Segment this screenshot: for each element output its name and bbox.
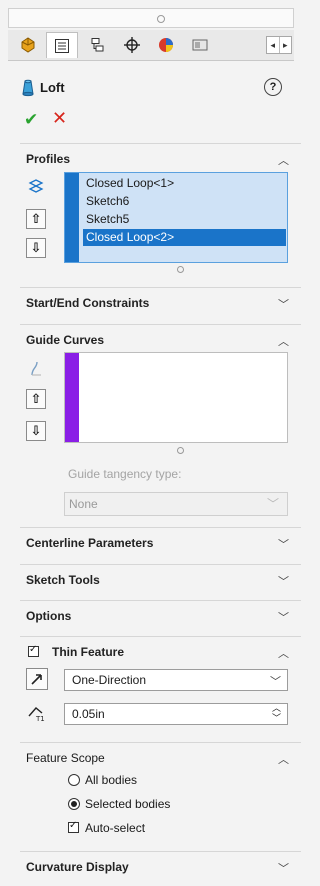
chevron-down-icon[interactable]: ﹀	[278, 296, 289, 312]
grip-handle[interactable]	[157, 15, 165, 23]
selected-bodies-label: Selected bodies	[85, 797, 171, 811]
list-item[interactable]: Sketch5	[83, 211, 286, 228]
tab-property-manager[interactable]	[46, 32, 78, 58]
arrow-up-icon: ⇧	[30, 391, 42, 406]
profiles-list[interactable]: Closed Loop<1> Sketch6 Sketch5 Closed Lo…	[64, 172, 288, 263]
manager-tab-bar: ◂ ▸	[8, 30, 294, 61]
guide-move-up-button[interactable]: ⇧	[26, 389, 46, 409]
loft-profile-icon	[28, 179, 44, 193]
feature-manager-icon	[21, 37, 35, 53]
arrow-down-icon: ⇩	[30, 240, 42, 255]
chevron-up-icon[interactable]: ︿	[278, 152, 289, 168]
options-section-header[interactable]: Options ﹀	[20, 600, 301, 631]
all-bodies-label: All bodies	[85, 773, 138, 787]
tab-scroll-left-icon[interactable]: ◂	[267, 37, 279, 53]
guide-list-resize-handle[interactable]	[177, 447, 184, 454]
chevron-up-icon[interactable]: ︿	[278, 333, 289, 349]
ok-cancel-row: ✔ ✕	[20, 108, 301, 130]
guide-curve-selection-icon	[26, 358, 46, 378]
chevron-down-icon[interactable]: ﹀	[278, 609, 289, 625]
all-bodies-radio[interactable]	[68, 774, 80, 786]
curvature-label: Curvature Display	[26, 860, 129, 874]
panel-top-strip	[8, 8, 294, 28]
arrow-up-icon: ⇧	[30, 211, 42, 226]
tab-dimxpert-manager[interactable]	[116, 32, 148, 58]
guide-tangency-select[interactable]: None ﹀	[64, 492, 288, 516]
cancel-button[interactable]: ✕	[52, 108, 67, 129]
thickness-icon: T1	[28, 707, 45, 722]
arrow-down-icon: ⇩	[30, 423, 42, 438]
chevron-down-icon: ﹀	[266, 497, 279, 511]
checkmark-icon: ✓	[29, 644, 38, 655]
configuration-manager-icon	[91, 38, 104, 52]
chevron-down-icon: ﹀	[270, 676, 281, 688]
start-end-label: Start/End Constraints	[26, 296, 150, 310]
start-end-section-header[interactable]: Start/End Constraints ﹀	[20, 287, 301, 318]
chevron-up-icon[interactable]: ︿	[278, 751, 289, 767]
more-tabs-icon	[192, 39, 208, 51]
thin-feature-section-header[interactable]: ✓ Thin Feature ︿	[20, 636, 301, 667]
tab-feature-manager[interactable]	[12, 32, 44, 58]
feature-scope-label: Feature Scope	[26, 751, 105, 765]
list-item[interactable]: Closed Loop<1>	[83, 175, 286, 192]
options-label: Options	[26, 609, 72, 623]
centerline-label: Centerline Parameters	[26, 536, 154, 550]
thin-direction-select[interactable]: One-Direction ﹀	[64, 669, 288, 691]
reverse-direction-button[interactable]	[26, 668, 48, 690]
thin-feature-checkbox[interactable]: ✓	[28, 644, 39, 657]
guide-curves-list[interactable]	[64, 352, 288, 443]
tab-scroll-buttons: ◂ ▸	[266, 36, 292, 54]
chevron-up-icon[interactable]: ︿	[278, 645, 289, 661]
property-manager-icon	[55, 38, 69, 53]
profiles-section-header[interactable]: Profiles ︿	[20, 143, 301, 174]
svg-text:T1: T1	[35, 715, 45, 722]
profile-selection-icon	[26, 176, 46, 196]
tab-display-manager[interactable]	[150, 32, 182, 58]
thickness-icon-holder: T1	[26, 703, 46, 723]
guide-curves-label: Guide Curves	[26, 333, 105, 347]
curvature-section-header[interactable]: Curvature Display ﹀	[20, 851, 301, 882]
thin-direction-value: One-Direction	[72, 673, 147, 687]
feature-scope-section-header[interactable]: Feature Scope ︿	[20, 742, 301, 773]
guide-tangency-label: Guide tangency type:	[68, 467, 182, 481]
checkmark-icon: ✓	[69, 820, 78, 831]
centerline-section-header[interactable]: Centerline Parameters ﹀	[20, 527, 301, 558]
feature-title-row: Loft ?	[20, 70, 301, 106]
thickness-input[interactable]: 0.05in ︿ ﹀	[64, 703, 288, 725]
list-item-selected[interactable]: Closed Loop<2>	[83, 229, 286, 246]
tab-configuration-manager[interactable]	[82, 32, 114, 58]
guide-curve-icon	[31, 361, 41, 376]
list-item[interactable]: Sketch6	[83, 193, 286, 210]
sketch-tools-section-header[interactable]: Sketch Tools ﹀	[20, 564, 301, 595]
guide-tangency-value: None	[69, 497, 98, 511]
move-down-button[interactable]: ⇩	[26, 238, 46, 258]
thickness-value: 0.05in	[72, 707, 105, 721]
chevron-down-icon[interactable]: ﹀	[278, 860, 289, 876]
selected-bodies-radio[interactable]	[68, 798, 80, 810]
sketch-tools-label: Sketch Tools	[26, 573, 100, 587]
help-icon[interactable]: ?	[264, 78, 282, 96]
tab-scroll-right-icon[interactable]: ▸	[278, 37, 292, 53]
chevron-down-icon[interactable]: ﹀	[278, 536, 289, 552]
dimxpert-icon	[124, 37, 140, 53]
display-manager-icon	[159, 38, 173, 52]
thin-feature-label: Thin Feature	[52, 645, 125, 659]
auto-select-label: Auto-select	[85, 821, 146, 835]
profiles-list-color-bar	[65, 173, 79, 262]
ok-button[interactable]: ✔	[24, 110, 38, 130]
page-title: Loft	[40, 80, 65, 95]
spinner-icon[interactable]: ︿ ﹀	[272, 703, 281, 723]
chevron-down-icon[interactable]: ﹀	[278, 573, 289, 589]
guide-move-down-button[interactable]: ⇩	[26, 421, 46, 441]
tab-more[interactable]	[184, 32, 216, 58]
loft-feature-icon	[22, 79, 34, 97]
list-resize-handle[interactable]	[177, 266, 184, 273]
move-up-button[interactable]: ⇧	[26, 209, 46, 229]
guide-curves-color-bar	[65, 353, 79, 442]
profiles-label: Profiles	[26, 152, 71, 166]
reverse-direction-icon	[31, 674, 42, 685]
guide-curves-section-header[interactable]: Guide Curves ︿	[20, 324, 301, 355]
auto-select-checkbox[interactable]: ✓	[68, 820, 79, 833]
